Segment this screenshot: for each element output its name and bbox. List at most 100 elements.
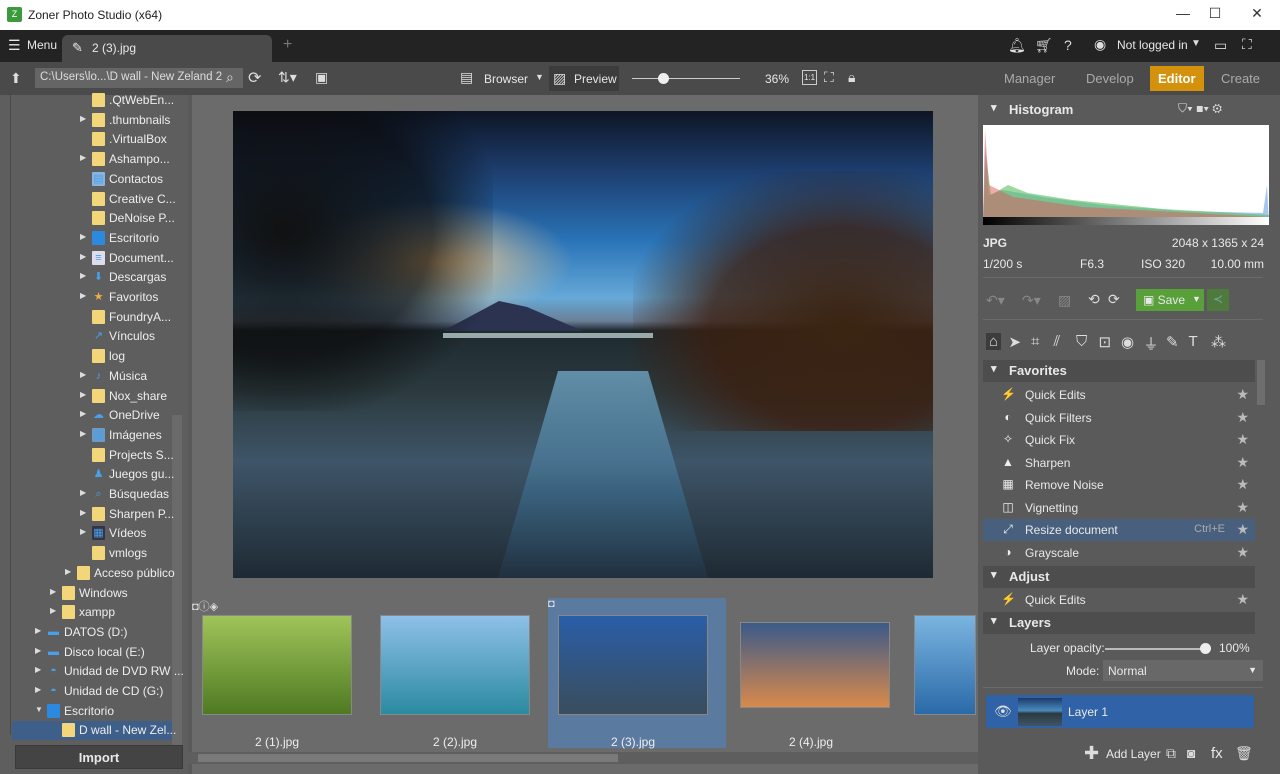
tree-item[interactable]: log: [0, 347, 172, 366]
help-icon[interactable]: ?: [1064, 37, 1072, 53]
adjust-header[interactable]: Adjust: [983, 566, 1255, 588]
import-button[interactable]: Import: [15, 745, 183, 769]
tree-item[interactable]: FoundryA...: [0, 308, 172, 327]
zoom-slider-handle[interactable]: [658, 73, 670, 84]
tree-item[interactable]: ▶ Ashampo...: [0, 150, 172, 169]
duplicate-layer-icon[interactable]: ⧉: [1166, 745, 1176, 762]
expand-arrow-icon[interactable]: ▶: [80, 429, 86, 438]
tree-item[interactable]: Creative C...: [0, 190, 176, 209]
mode-tab-manager[interactable]: Manager: [996, 66, 1063, 91]
eye-icon[interactable]: 👁︎: [994, 703, 1012, 720]
path-input[interactable]: C:\Users\lo...\D wall - New Zeland 2: [35, 68, 243, 88]
star-icon[interactable]: ★: [1236, 499, 1249, 516]
monitor-icon[interactable]: ▭: [1214, 37, 1227, 54]
mode-tab-create[interactable]: Create: [1213, 66, 1268, 91]
perspective-tool-icon[interactable]: ⛉: [1076, 333, 1087, 350]
tree-item[interactable]: .QtWebEn...: [0, 91, 174, 110]
add-layer-icon[interactable]: ✚: [1084, 743, 1099, 764]
lock-icon[interactable]: 🔒︎: [848, 69, 855, 86]
menu-item[interactable]: ⤢ Resize document Ctrl+E ★: [983, 519, 1255, 541]
fit-screen-icon[interactable]: ⛶: [824, 69, 834, 86]
menu-button[interactable]: Menu: [27, 38, 57, 52]
menu-item[interactable]: ⚡ Quick Edits ★: [983, 589, 1255, 611]
maximize-button[interactable]: ☐: [1200, 5, 1230, 25]
tree-item[interactable]: DeNoise P...: [0, 209, 175, 228]
preview-button[interactable]: ▨ Preview: [549, 66, 619, 91]
tree-item[interactable]: ▼ Escritorio: [0, 702, 172, 721]
tree-item[interactable]: ▶ ▦ Vídeos: [0, 524, 172, 543]
add-layer-button[interactable]: Add Layer: [1106, 747, 1161, 761]
minimize-button[interactable]: —: [1168, 5, 1198, 25]
star-icon[interactable]: ★: [1236, 591, 1249, 608]
tree-item[interactable]: ▶ ☁ OneDrive: [0, 406, 172, 425]
menu-item[interactable]: ⚡ Quick Edits ★: [983, 384, 1255, 406]
menu-item[interactable]: ◑ Grayscale ★: [983, 542, 1255, 564]
share-button[interactable]: ≺: [1207, 289, 1229, 311]
layer-mask-icon[interactable]: ◙: [1187, 745, 1195, 761]
menu-item[interactable]: ▦ Remove Noise ★: [983, 474, 1255, 496]
menu-icon[interactable]: ☰: [8, 37, 21, 54]
bell-icon[interactable]: 🔔︎: [1008, 37, 1026, 54]
layers-header[interactable]: Layers: [983, 612, 1255, 634]
text-tool-icon[interactable]: T: [1189, 333, 1198, 350]
browser-button[interactable]: Browser: [484, 72, 528, 86]
cart-icon[interactable]: 🛒︎: [1035, 37, 1053, 54]
user-menu[interactable]: Not logged in: [1117, 38, 1188, 52]
layer-opacity-slider[interactable]: [1105, 648, 1205, 650]
tree-item[interactable]: ▶ ♪ Música: [0, 367, 172, 386]
filmstrip-item[interactable]: 2 (1).jpg: [192, 598, 370, 749]
straighten-tool-icon[interactable]: ⫽: [1054, 333, 1061, 350]
star-icon[interactable]: ★: [1236, 476, 1249, 493]
brush-tool-icon[interactable]: ✎: [1166, 333, 1179, 351]
close-button[interactable]: ✕: [1242, 5, 1272, 25]
tree-item[interactable]: vmlogs: [0, 544, 172, 563]
tree-item[interactable]: D wall - New Zel...: [12, 721, 176, 741]
tree-item[interactable]: ▶ xampp: [0, 603, 172, 622]
rotate-left-icon[interactable]: ⟲: [1088, 291, 1100, 308]
expand-arrow-icon[interactable]: ▶: [35, 685, 41, 694]
star-icon[interactable]: ★: [1236, 521, 1249, 538]
chevron-down-icon[interactable]: ▼: [1192, 294, 1201, 304]
star-icon[interactable]: ★: [1236, 409, 1249, 426]
save-button[interactable]: ▣ Save ▼: [1136, 289, 1204, 311]
layer-row[interactable]: 👁︎ Layer 1: [986, 695, 1254, 728]
zoom-slider[interactable]: [632, 78, 740, 79]
expand-arrow-icon[interactable]: ▶: [80, 488, 86, 497]
filmstrip-scrollbar[interactable]: [188, 752, 978, 764]
expand-arrow-icon[interactable]: ▶: [80, 252, 86, 261]
home-tool-icon[interactable]: ⌂: [986, 333, 1002, 350]
crop-tool-icon[interactable]: ⌗: [1031, 333, 1039, 350]
chevron-down-icon[interactable]: ▼: [1191, 38, 1201, 49]
filmstrip-item[interactable]: 2 (2).jpg: [370, 598, 548, 749]
actual-size-button[interactable]: 1:1: [802, 70, 818, 85]
tree-item[interactable]: .VirtualBox: [0, 130, 172, 149]
tree-item[interactable]: ▶ Sharpen P...: [0, 505, 174, 524]
undo-icon[interactable]: ↶▾: [986, 292, 1005, 309]
expand-arrow-icon[interactable]: ▶: [80, 153, 86, 162]
search-icon[interactable]: ⌕: [226, 69, 234, 86]
chevron-down-icon[interactable]: ▼: [535, 72, 544, 82]
tree-item[interactable]: ▶ ⌕ Búsquedas: [0, 485, 172, 504]
rotate-right-icon[interactable]: ⟳: [1108, 291, 1120, 308]
main-photo[interactable]: [233, 111, 933, 578]
tree-item[interactable]: ↗ Vínculos: [0, 327, 172, 346]
star-icon[interactable]: ★: [1236, 454, 1249, 471]
tree-item[interactable]: ♟ Juegos gu...: [0, 465, 175, 484]
folder-up-icon[interactable]: ⬆: [10, 70, 22, 87]
menu-item[interactable]: ◐ Quick Filters ★: [983, 407, 1255, 429]
layer-opacity-handle[interactable]: [1200, 643, 1211, 654]
expand-arrow-icon[interactable]: ▶: [80, 527, 86, 536]
expand-arrow-icon[interactable]: ▼: [35, 705, 43, 714]
tree-item[interactable]: ▶ ◓ Unidad de DVD RW ...: [0, 662, 184, 681]
sort-icon[interactable]: ⇅▾: [278, 69, 297, 86]
fullscreen-icon[interactable]: ⛶: [1242, 36, 1252, 53]
new-folder-icon[interactable]: ▣: [315, 69, 328, 86]
filmstrip-item[interactable]: 2 (3).jpg: [548, 598, 726, 749]
tree-item[interactable]: ▶ Escritorio: [0, 229, 172, 248]
redo-icon[interactable]: ↷▾: [1022, 292, 1041, 309]
filmstrip-item[interactable]: 2 (4).jpg: [726, 598, 904, 749]
image-icon[interactable]: ▨: [1058, 292, 1071, 309]
panel-scrollbar[interactable]: [1257, 360, 1265, 405]
expand-arrow-icon[interactable]: ▶: [65, 567, 71, 576]
tree-item[interactable]: ▶ ★ Favoritos: [0, 288, 172, 307]
